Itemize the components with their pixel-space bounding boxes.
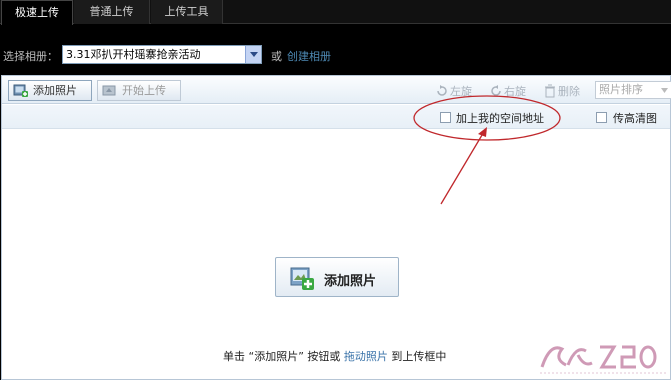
tab-normal-upload[interactable]: 普通上传 xyxy=(74,0,150,24)
add-space-address-checkbox[interactable] xyxy=(440,112,451,123)
add-photo-button[interactable]: 添加照片 xyxy=(8,80,92,101)
chevron-down-icon xyxy=(661,88,668,93)
or-text: 或 xyxy=(271,50,282,63)
delete-button[interactable]: 删除 xyxy=(543,83,580,99)
add-photo-label: 添加照片 xyxy=(33,84,77,97)
add-photo-icon xyxy=(13,84,28,97)
tab-upload-tool[interactable]: 上传工具 xyxy=(151,0,223,24)
trash-icon xyxy=(545,84,555,98)
hint-prefix: 单击 “添加照片” 按钮或 xyxy=(223,350,344,363)
hd-upload-label: 传高清图 xyxy=(613,112,657,125)
upload-options-row: 加上我的空间地址 传高清图 xyxy=(2,105,670,129)
hint-suffix: 到上传框中 xyxy=(387,350,447,363)
add-photo-large-label: 添加照片 xyxy=(324,274,377,289)
drag-photo-link[interactable]: 拖动照片 xyxy=(344,350,388,363)
add-photo-icon xyxy=(290,267,314,290)
add-photo-large-button[interactable]: 添加照片 xyxy=(275,257,399,297)
toolbar: 添加照片 开始上传 左旋 右旋 删除 照片排序 xyxy=(2,76,671,104)
upload-mode-tabs: 极速上传 普通上传 上传工具 xyxy=(0,0,671,25)
start-upload-button[interactable]: 开始上传 xyxy=(97,80,181,101)
upload-panel: 添加照片 开始上传 左旋 右旋 删除 照片排序 加上我的空间地址 传高清图 添加… xyxy=(1,75,671,380)
rotate-left-button[interactable]: 左旋 xyxy=(435,83,472,99)
album-row: 选择相册： 3.31邓扒开村瑶寨抢亲活动 或 创建相册 xyxy=(0,42,671,66)
create-album-link[interactable]: 创建相册 xyxy=(287,48,331,64)
rotate-left-icon xyxy=(437,85,447,96)
add-space-address-label: 加上我的空间地址 xyxy=(456,112,544,125)
delete-label: 删除 xyxy=(558,85,580,98)
album-select[interactable]: 3.31邓扒开村瑶寨抢亲活动 xyxy=(62,45,262,64)
rotate-right-button[interactable]: 右旋 xyxy=(489,83,526,99)
album-label: 选择相册： xyxy=(3,50,58,63)
upload-hint: 单击 “添加照片” 按钮或 拖动照片 到上传框中 xyxy=(223,348,446,364)
rotate-right-icon xyxy=(491,85,501,96)
photo-sort-value: 照片排序 xyxy=(599,83,643,96)
upload-icon xyxy=(102,85,116,96)
site-watermark-logo xyxy=(540,345,666,374)
photo-sort-select[interactable]: 照片排序 xyxy=(595,81,671,99)
rotate-right-label: 右旋 xyxy=(504,85,526,98)
rotate-left-label: 左旋 xyxy=(450,85,472,98)
chevron-down-icon[interactable] xyxy=(245,46,261,63)
album-selected-value: 3.31邓扒开村瑶寨抢亲活动 xyxy=(66,48,201,61)
start-upload-label: 开始上传 xyxy=(122,84,166,97)
hd-upload-checkbox[interactable] xyxy=(596,112,607,123)
tab-fast-upload[interactable]: 极速上传 xyxy=(1,0,73,25)
